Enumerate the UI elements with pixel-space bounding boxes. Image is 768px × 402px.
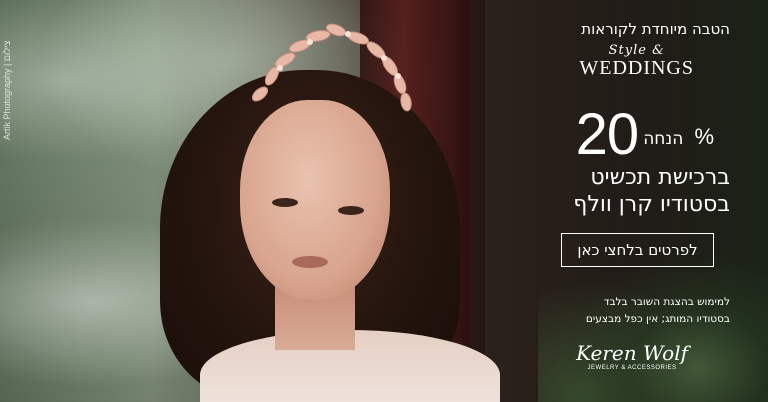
- magazine-logo-script: Style &: [608, 43, 665, 58]
- studio-logo-script: Keren Wolf: [576, 341, 688, 365]
- magazine-logo-main: WEDDINGS: [579, 57, 694, 79]
- discount-percent: %: [694, 124, 714, 149]
- photo-credit: Artik Photography | צילום: [2, 40, 12, 140]
- terms-line1: למימוש בהצגת השובר בלבד: [603, 296, 730, 308]
- model-lips: [292, 256, 328, 268]
- terms-line2: בסטודיו המותג; אין כפל מבצעים: [585, 313, 730, 325]
- promo-text-block: הטבה מיוחדת לקוראות Style & WEDDINGS הנח…: [510, 0, 760, 402]
- offer-headline: ברכישת תכשיט בסטודיו קרן וולף: [573, 164, 730, 218]
- model-eye-right: [338, 206, 364, 215]
- promo-heading: הטבה מיוחדת לקוראות: [581, 20, 730, 38]
- offer-headline-line1: ברכישת תכשיט: [590, 165, 730, 190]
- studio-logo-sub: JEWELRY & ACCESSORIES: [587, 365, 677, 371]
- model-face: [240, 100, 390, 300]
- terms-text: למימוש בהצגת השובר בלבד בסטודיו המותג; א…: [586, 294, 730, 328]
- discount-word: הנחה: [643, 129, 684, 149]
- details-button[interactable]: לפרטים בלחצי כאן: [561, 233, 714, 267]
- discount-number: 20: [575, 102, 640, 167]
- advertisement-banner[interactable]: Artik Photography | צילום הטבה מיוחדת לק…: [0, 0, 768, 402]
- model-eye-left: [272, 198, 298, 207]
- offer-headline-line2: בסטודיו קרן וולף: [573, 192, 730, 217]
- discount-offer: הנחה 20 %: [576, 106, 714, 164]
- details-button-label: לפרטים בלחצי כאן: [577, 241, 698, 259]
- model-photo: [160, 23, 500, 402]
- floral-crown-icon: [251, 23, 412, 112]
- studio-logo: Keren Wolf JEWELRY & ACCESSORIES: [576, 342, 688, 372]
- magazine-logo: Style & WEDDINGS: [579, 43, 694, 79]
